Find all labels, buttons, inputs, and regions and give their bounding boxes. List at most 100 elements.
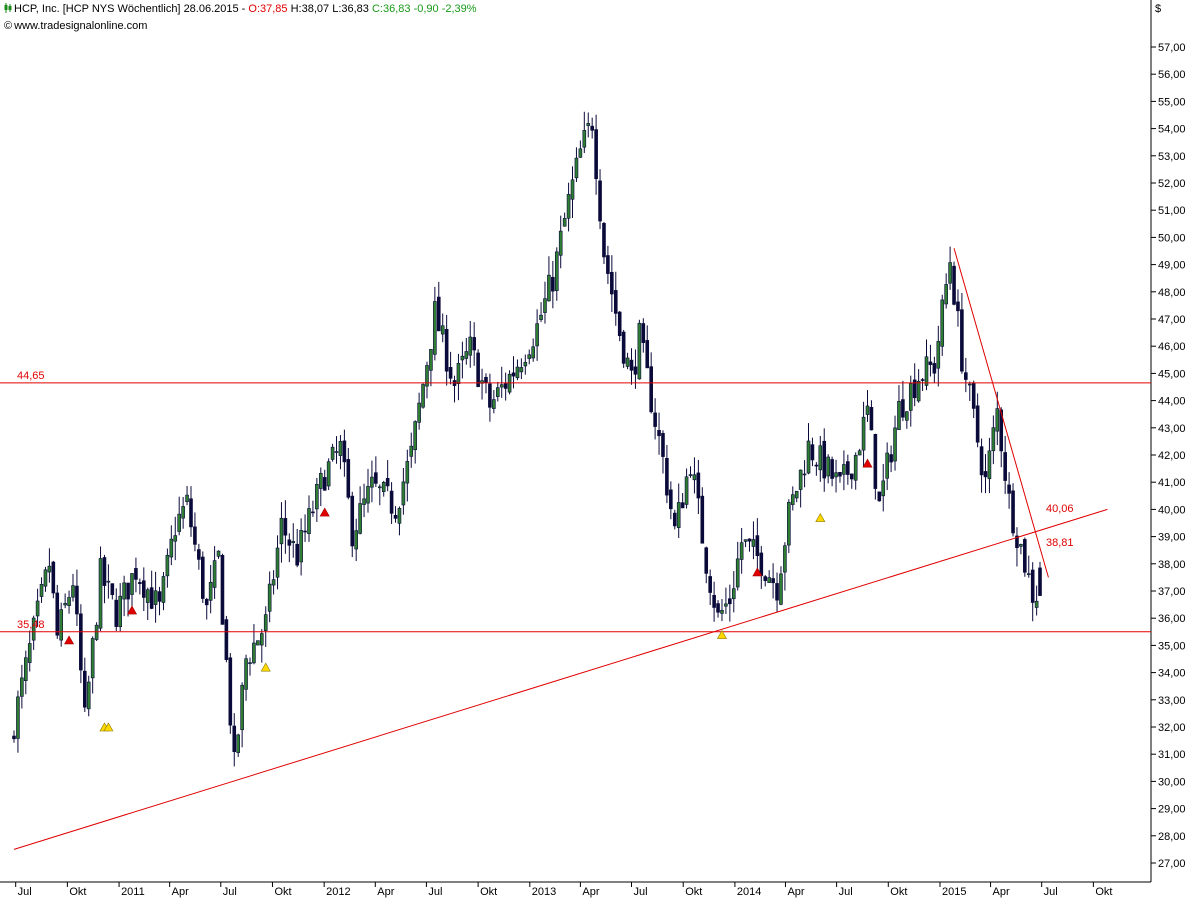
candle-down	[1011, 490, 1015, 534]
candle-up	[724, 603, 728, 607]
candle-up	[90, 638, 95, 679]
x-tick-label: Jul	[839, 886, 853, 898]
candle-up	[354, 530, 358, 550]
candle-up	[547, 274, 551, 302]
x-tick-label: Okt	[890, 886, 907, 898]
candle-down	[610, 271, 614, 295]
candle-up	[842, 464, 846, 475]
candle-up	[944, 284, 948, 305]
candle-down	[956, 301, 960, 312]
candle-up	[366, 486, 370, 504]
candle-down	[952, 265, 956, 305]
candle-down	[393, 514, 398, 519]
candle-up	[625, 357, 630, 367]
candle-up	[59, 609, 63, 641]
candle-down	[342, 440, 347, 463]
candle-up	[916, 381, 921, 402]
candle-up	[429, 349, 433, 371]
y-tick-label: 46,00	[1158, 341, 1186, 353]
candle-up	[291, 541, 296, 544]
x-tick-label: Jul	[428, 886, 442, 898]
x-tick-label: Okt	[685, 886, 702, 898]
candle-down	[551, 276, 555, 292]
y-tick-label: 47,00	[1158, 314, 1186, 326]
candle-down	[747, 538, 752, 542]
candle-up	[177, 513, 181, 532]
candle-down	[712, 595, 716, 608]
candle-up	[440, 325, 445, 335]
candle-down	[979, 446, 984, 476]
candle-down	[877, 491, 882, 502]
candle-down	[716, 603, 720, 613]
candle-down	[653, 412, 657, 427]
candle-down	[645, 340, 650, 369]
candles-group	[12, 111, 1042, 767]
source-url: www.tradesignalonline.com	[14, 20, 148, 32]
candle-down	[220, 555, 225, 625]
candle-down	[374, 472, 378, 484]
candle-up	[676, 502, 681, 528]
y-tick-label: 28,00	[1158, 831, 1186, 843]
candle-up	[1026, 573, 1031, 576]
candle-down	[633, 366, 638, 375]
y-tick-label: 55,00	[1158, 96, 1186, 108]
candle-up	[315, 484, 319, 510]
y-tick-label: 51,00	[1158, 205, 1186, 217]
candle-down	[224, 619, 229, 660]
candle-down	[448, 367, 453, 379]
x-tick-label: 2011	[121, 886, 145, 898]
candle-down	[110, 583, 115, 596]
y-tick-label: 33,00	[1158, 695, 1186, 707]
y-tick-label: 35,00	[1158, 640, 1186, 652]
candle-up	[924, 356, 929, 386]
candle-up	[834, 472, 838, 478]
candle-up	[421, 384, 425, 408]
candle-down	[503, 383, 508, 389]
candle-up	[130, 573, 134, 595]
candle-down	[869, 407, 874, 431]
candle-up	[334, 451, 339, 453]
candle-down	[696, 472, 701, 499]
candle-up	[330, 446, 335, 460]
x-tick-label: 2013	[532, 886, 556, 898]
candle-up	[263, 614, 268, 631]
y-tick-label: 43,00	[1158, 423, 1186, 435]
x-tick-label: 2014	[737, 886, 761, 898]
candle-down	[590, 125, 594, 131]
signal-marker	[319, 507, 330, 517]
y-tick-label: 56,00	[1158, 69, 1186, 81]
x-tick-label: Jul	[223, 886, 237, 898]
candle-down	[476, 352, 480, 387]
candle-up	[535, 323, 539, 347]
candle-up	[897, 401, 901, 430]
candle-up	[731, 588, 736, 600]
candle-up	[908, 383, 913, 411]
candle-down	[594, 129, 598, 180]
copyright-icon: ©	[4, 20, 13, 32]
candle-up	[1034, 600, 1039, 608]
candle-down	[669, 489, 673, 510]
candle-up	[275, 547, 280, 578]
candle-up	[948, 262, 952, 284]
candle-up	[86, 681, 91, 710]
candle-up	[495, 387, 500, 397]
candle-up	[987, 450, 992, 480]
candle-down	[665, 457, 669, 496]
candle-down	[849, 473, 854, 480]
candle-up	[417, 402, 421, 423]
candle-down	[138, 582, 142, 584]
candle-up	[173, 535, 178, 542]
x-tick-label: 2015	[942, 886, 966, 898]
candle-up	[543, 298, 547, 313]
high-value: H:38,07	[290, 3, 330, 15]
candle-up	[818, 445, 823, 471]
x-tick-label: Apr	[377, 886, 394, 898]
change-percent: -2,39%	[441, 3, 477, 15]
level-label: 35,48	[17, 619, 45, 631]
candle-up	[853, 455, 858, 481]
x-tick-label: Apr	[172, 886, 189, 898]
candle-up	[783, 545, 787, 573]
candle-up	[43, 569, 48, 587]
candle-up	[307, 508, 311, 534]
candle-up	[637, 322, 642, 380]
